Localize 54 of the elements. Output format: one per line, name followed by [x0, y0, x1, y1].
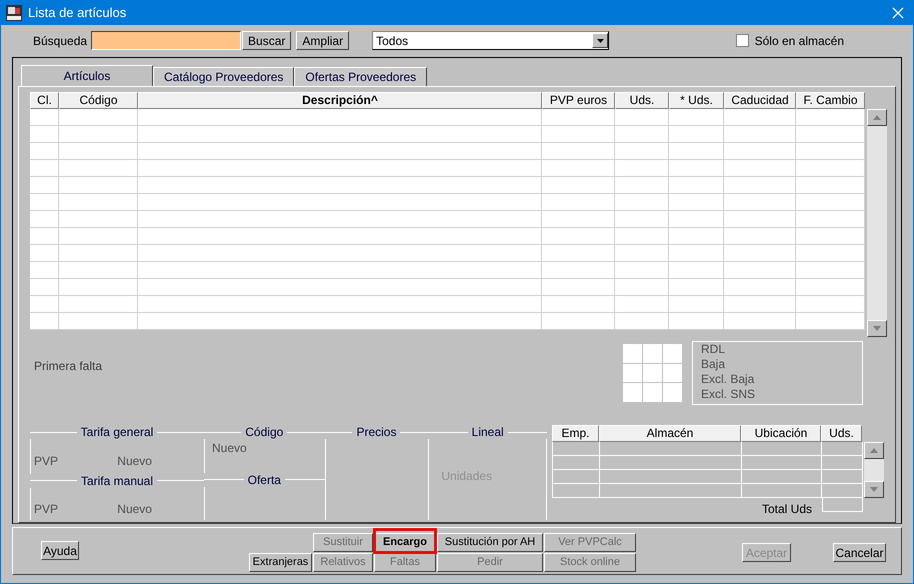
group-title: Tarifa general — [80, 424, 154, 441]
column-header[interactable]: * Uds. — [669, 92, 724, 109]
price-value: Nuevo — [117, 501, 152, 518]
group-title: Lineal — [470, 424, 505, 441]
column-header[interactable]: Caducidad — [724, 92, 796, 109]
window-title: Lista de artículos — [28, 4, 126, 22]
price-label: PVP — [34, 452, 58, 470]
column-header[interactable]: Ubicación — [741, 425, 821, 442]
column-header[interactable]: F. Cambio — [796, 92, 865, 109]
flag-label: Excl. Baja — [701, 372, 756, 387]
group-title: Código — [244, 424, 284, 441]
scroll-down-icon[interactable] — [867, 320, 887, 337]
column-header[interactable]: Código — [59, 92, 138, 109]
search-label: Búsqueda — [33, 32, 88, 50]
group-title: Oferta — [246, 472, 282, 488]
column-header[interactable]: Descripción^ — [138, 92, 542, 109]
scrollbar[interactable] — [864, 442, 884, 498]
flag-label: Excl. SNS — [701, 387, 756, 402]
column-header[interactable]: PVP euros — [542, 92, 615, 109]
column-header[interactable]: Cl. — [30, 92, 59, 109]
column-header[interactable]: Uds. — [821, 425, 862, 442]
tab[interactable]: Catálogo Proveedores — [153, 67, 294, 86]
app-icon — [6, 4, 22, 20]
flag-label: Baja — [701, 357, 726, 372]
checkbox-label: Sólo en almacén — [754, 32, 844, 50]
code-value: Nuevo — [212, 441, 247, 455]
first-missing-label: Primera falta — [34, 358, 102, 375]
search-button[interactable]: Buscar — [242, 31, 292, 50]
cancel-button[interactable]: Cancelar — [833, 543, 886, 562]
stock-checkbox[interactable] — [736, 34, 749, 47]
group-title: Tarifa manual — [80, 472, 154, 490]
flag-label: RDL — [701, 342, 726, 357]
help-button[interactable]: Ayuda — [41, 541, 79, 560]
search-field[interactable] — [91, 31, 242, 50]
scrollbar[interactable] — [867, 109, 887, 337]
group-title: Precios — [355, 424, 398, 441]
tab[interactable]: Artículos — [21, 65, 153, 86]
action-button[interactable]: Sustitución por AH — [437, 533, 543, 552]
dropdown-value: Todos — [375, 32, 410, 50]
price-label: PVP — [34, 501, 58, 518]
tab[interactable]: Ofertas Proveedores — [294, 67, 428, 86]
indicator-grid — [623, 344, 682, 402]
column-header[interactable]: Almacén — [599, 425, 741, 442]
column-header[interactable]: Uds. — [615, 92, 669, 109]
search-button[interactable]: Ampliar — [296, 31, 350, 50]
action-button[interactable]: Extranjeras — [249, 553, 312, 572]
scroll-down-icon[interactable] — [864, 481, 884, 498]
scroll-up-icon[interactable] — [864, 442, 884, 459]
column-header[interactable]: Emp. — [552, 425, 599, 442]
total-label: Total Uds — [762, 501, 812, 518]
close-icon[interactable] — [892, 6, 904, 18]
filter-dropdown[interactable]: Todos — [372, 31, 610, 50]
price-value: Nuevo — [117, 452, 152, 470]
scroll-up-icon[interactable] — [867, 109, 887, 126]
